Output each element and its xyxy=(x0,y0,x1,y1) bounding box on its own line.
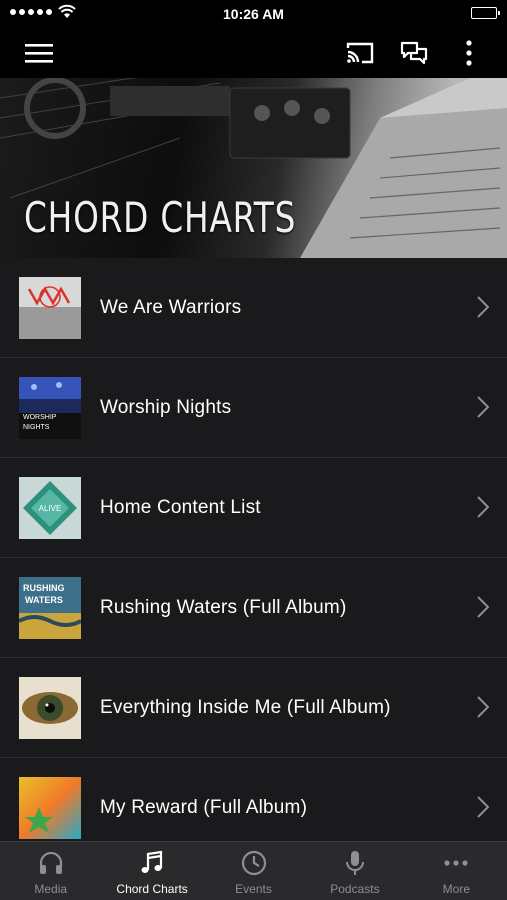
list-item[interactable]: RUSHING WATERS Rushing Waters (Full Albu… xyxy=(0,558,507,658)
tab-label: Media xyxy=(34,882,68,896)
chevron-right-icon xyxy=(477,296,489,318)
toolbar xyxy=(0,28,507,78)
tab-label: Chord Charts xyxy=(116,882,188,896)
header-banner: CHORD CHARTS xyxy=(0,78,507,258)
album-art: ALIVE xyxy=(19,477,81,539)
tab-media[interactable]: Media xyxy=(0,842,101,900)
list-item[interactable]: Everything Inside Me (Full Album) xyxy=(0,658,507,758)
music-note-icon xyxy=(141,850,163,873)
album-art xyxy=(19,277,81,339)
vertical-dots-icon xyxy=(466,40,472,66)
microphone-icon xyxy=(345,851,364,875)
tab-label: Podcasts xyxy=(330,882,380,896)
album-art xyxy=(19,777,81,839)
chevron-right-icon xyxy=(477,696,489,718)
tab-podcasts[interactable]: Podcasts xyxy=(304,842,405,900)
chevron-right-icon xyxy=(477,596,489,618)
overflow-menu-button[interactable] xyxy=(454,28,484,78)
album-art-text: RUSHING xyxy=(23,583,65,593)
list-item-title: My Reward (Full Album) xyxy=(100,796,308,818)
list-item[interactable]: My Reward (Full Album) xyxy=(0,758,507,841)
clock-icon xyxy=(241,850,266,876)
hamburger-menu-icon xyxy=(25,44,53,63)
chevron-right-icon xyxy=(477,796,489,818)
album-art-text: WATERS xyxy=(25,595,63,605)
album-art: RUSHING WATERS xyxy=(19,577,81,639)
list-item-title: We Are Warriors xyxy=(100,296,242,318)
tab-events[interactable]: Events xyxy=(203,842,304,900)
album-art-text: NIGHTS xyxy=(23,424,50,431)
battery-icon xyxy=(471,7,500,19)
signal-strength-icon xyxy=(10,9,52,15)
headphones-icon xyxy=(39,851,62,874)
tab-more[interactable]: More xyxy=(406,842,507,900)
cast-button[interactable] xyxy=(338,28,382,78)
cast-icon xyxy=(346,42,374,64)
list-item[interactable]: WORSHIP NIGHTS Worship Nights xyxy=(0,358,507,458)
list-item[interactable]: We Are Warriors xyxy=(0,258,507,358)
album-art-text: ALIVE xyxy=(39,504,62,513)
chevron-right-icon xyxy=(477,396,489,418)
more-dots-icon xyxy=(444,860,468,866)
status-bar: 10:26 AM xyxy=(0,0,507,28)
banner-title: CHORD CHARTS xyxy=(24,193,297,242)
list-item[interactable]: ALIVE Home Content List xyxy=(0,458,507,558)
menu-button[interactable] xyxy=(18,28,60,78)
chat-button[interactable] xyxy=(392,28,436,78)
tab-label: Events xyxy=(235,882,272,896)
tab-label: More xyxy=(442,882,470,896)
chat-bubbles-icon xyxy=(400,41,428,65)
list-item-title: Home Content List xyxy=(100,496,261,518)
chevron-right-icon xyxy=(477,496,489,518)
list-item-title: Rushing Waters (Full Album) xyxy=(100,596,347,618)
tab-chord-charts[interactable]: Chord Charts xyxy=(101,842,202,900)
chord-chart-list: We Are Warriors WORSHIP NIGHTS Worship N… xyxy=(0,258,507,841)
album-art-text: WORSHIP xyxy=(23,414,57,421)
album-art xyxy=(19,677,81,739)
status-time: 10:26 AM xyxy=(223,6,284,22)
tab-bar: Media Chord Charts Events Podcasts More xyxy=(0,841,507,900)
list-item-title: Worship Nights xyxy=(100,396,232,418)
album-art: WORSHIP NIGHTS xyxy=(19,377,81,439)
list-item-title: Everything Inside Me (Full Album) xyxy=(100,696,391,718)
wifi-icon xyxy=(58,4,76,18)
